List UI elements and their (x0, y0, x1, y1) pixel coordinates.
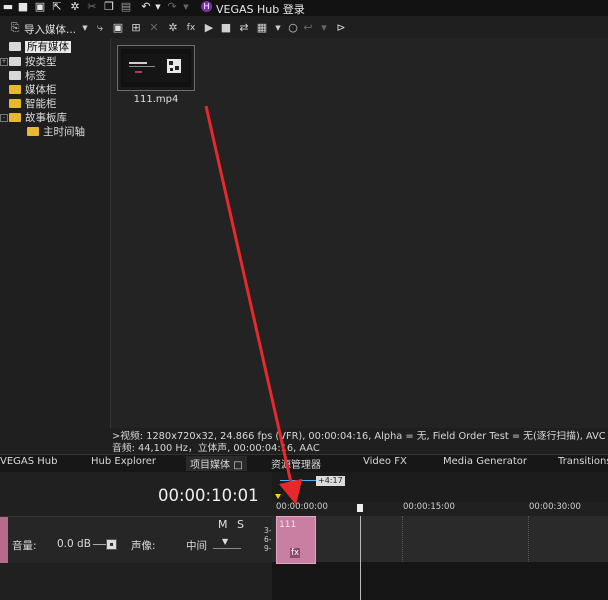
audio-track-header[interactable]: M S 音量: 0.0 dB ▪ 声像: 中间 ▼ (0, 516, 272, 563)
selection-range (280, 480, 316, 481)
tree-item-all-media[interactable]: 所有媒体 (9, 40, 71, 54)
stop-icon[interactable]: ■ (220, 22, 232, 34)
tab-transitions[interactable]: Transitions (558, 456, 608, 467)
media-tree: 所有媒体 + 按类型 标签 媒体柜 智能柜 - 故事板库 主时间轴 (0, 38, 108, 453)
ruler-label: 00:00:00:00 (276, 502, 328, 512)
search-icon[interactable]: ○ (287, 22, 299, 34)
media-fx-icon[interactable]: ⊞ (130, 22, 142, 34)
vegas-hub-logo-icon: H (201, 1, 212, 12)
media-toolbar: ⎘ 导入媒体... ▼ ⤷ ▣ ⊞ ✕ ✲ fx ▶ ■ ⇄ ▦ ▼ ○ ↩ ▾… (0, 18, 608, 39)
undo-icon[interactable]: ↶ (140, 1, 152, 13)
timeline[interactable]: +4:17 00:00:00:00 00:00:15:00 00:00:30:0… (264, 472, 608, 600)
clip-fx-button[interactable]: fx (290, 548, 301, 558)
tab-media-generator[interactable]: Media Generator (443, 456, 527, 467)
export-icon[interactable]: ⇱ (51, 1, 63, 13)
folder-icon (9, 99, 21, 108)
folder-icon (9, 71, 21, 80)
paste-icon[interactable]: ▤ (120, 1, 132, 13)
clip-title: 111 (279, 520, 297, 530)
tab-vegas-hub[interactable]: VEGAS Hub (0, 456, 57, 467)
timecode-display: 00:00:10:01 (158, 486, 259, 505)
playhead-cursor[interactable] (360, 516, 361, 600)
media-info-panel: >视频: 1280x720x32, 24.866 fps (VFR), 00:0… (110, 428, 608, 454)
media-browser[interactable]: 111.mp4 (110, 38, 608, 428)
empty-track-area[interactable] (272, 562, 608, 600)
expand-icon[interactable]: + (0, 58, 8, 66)
tab-close-icon[interactable]: □ (233, 460, 242, 471)
views-dropdown-icon[interactable]: ▼ (272, 22, 284, 34)
folder-icon (27, 127, 39, 136)
copy-icon[interactable]: ❐ (103, 1, 115, 13)
get-media-icon[interactable]: ▣ (112, 22, 124, 34)
capture-icon[interactable]: ⤷ (94, 22, 106, 34)
back-dropdown-icon[interactable]: ▾ (318, 22, 330, 34)
mute-button[interactable]: M (218, 518, 228, 531)
volume-slider-handle[interactable]: ▪ (106, 539, 117, 550)
tree-item-by-type[interactable]: 按类型 (9, 55, 57, 69)
playhead-handle[interactable] (357, 504, 363, 512)
vegas-hub-login-button[interactable]: VEGAS Hub 登录 (216, 1, 305, 17)
thumbnail-preview (124, 53, 188, 83)
folder-icon (9, 85, 21, 94)
fx-icon[interactable]: fx (185, 22, 197, 34)
back-icon[interactable]: ↩ (302, 22, 314, 34)
import-dropdown-icon[interactable]: ▼ (79, 22, 91, 34)
tab-project-media[interactable]: 项目媒体 □ (186, 456, 247, 471)
undo-dropdown-icon[interactable]: ▼ (152, 1, 164, 13)
volume-value: 0.0 dB (57, 538, 91, 550)
folder-icon (9, 113, 21, 122)
tree-item-main-timeline[interactable]: 主时间轴 (27, 125, 85, 139)
time-ruler[interactable]: 00:00:00:00 00:00:15:00 00:00:30:00 (272, 502, 608, 517)
pan-label: 声像: (131, 540, 156, 552)
audio-info: 音频: 44,100 Hz，立体声, 00:00:04:16, AAC (112, 443, 320, 454)
save-icon[interactable]: ▣ (34, 1, 46, 13)
volume-label: 音量: (12, 540, 37, 552)
tree-item-smart-bins[interactable]: 智能柜 (9, 97, 57, 111)
pan-value: 中间 (186, 540, 207, 552)
tab-hub-explorer[interactable]: Hub Explorer (91, 456, 156, 467)
redo-icon[interactable]: ↷ (166, 1, 178, 13)
ruler-label: 00:00:30:00 (529, 502, 581, 512)
clip-name: 111.mp4 (133, 94, 179, 105)
views-icon[interactable]: ▦ (256, 22, 268, 34)
import-media-icon[interactable]: ⎘ (9, 22, 21, 34)
window-tabs: VEGAS Hub Hub Explorer 项目媒体 □ 资源管理器 Vide… (0, 454, 608, 473)
pan-dropdown-icon[interactable]: ▼ (222, 537, 228, 546)
title-toolbar: ▬ ■ ▣ ⇱ ✲ ✂ ❐ ▤ ↶ ▼ ↷ ▼ H VEGAS Hub 登录 (0, 0, 608, 16)
import-media-button[interactable]: 导入媒体... (24, 22, 76, 37)
filter-icon[interactable]: ⊳ (335, 22, 347, 34)
selection-length: +4:17 (316, 476, 345, 486)
track-scale: 3- 6- 9- (264, 526, 272, 553)
track-list-panel: 00:00:10:01 M S 音量: 0.0 dB ▪ 声像: 中间 ▼ (0, 472, 272, 600)
new-project-icon[interactable]: ▬ (2, 1, 14, 13)
play-icon[interactable]: ▶ (203, 22, 215, 34)
timeline-clip[interactable]: 111 fx (276, 516, 316, 564)
track-lane[interactable] (272, 516, 608, 562)
cut-icon[interactable]: ✂ (86, 1, 98, 13)
tree-item-media-bins[interactable]: 媒体柜 (9, 83, 57, 97)
tab-video-fx[interactable]: Video FX (363, 456, 407, 467)
open-folder-icon[interactable]: ■ (17, 1, 29, 13)
tree-item-storyboard-bins[interactable]: 故事板库 (9, 111, 67, 125)
pan-slider[interactable] (213, 548, 241, 549)
folder-icon (9, 57, 21, 66)
properties-icon[interactable]: ✲ (167, 22, 179, 34)
ruler-label: 00:00:15:00 (403, 502, 455, 512)
auto-preview-icon[interactable]: ⇄ (238, 22, 250, 34)
clip-thumbnail[interactable] (117, 45, 195, 91)
folder-icon (9, 42, 21, 51)
tree-item-tags[interactable]: 标签 (9, 69, 46, 83)
marker-icon[interactable] (275, 494, 281, 499)
redo-dropdown-icon[interactable]: ▼ (180, 1, 192, 13)
solo-button[interactable]: S (237, 518, 244, 531)
thumbnail-image (121, 49, 191, 87)
track-color-strip (0, 517, 8, 563)
settings-icon[interactable]: ✲ (69, 1, 81, 13)
remove-icon[interactable]: ✕ (148, 22, 160, 34)
collapse-icon[interactable]: - (0, 114, 8, 122)
tab-explorer[interactable]: 资源管理器 (271, 456, 321, 471)
